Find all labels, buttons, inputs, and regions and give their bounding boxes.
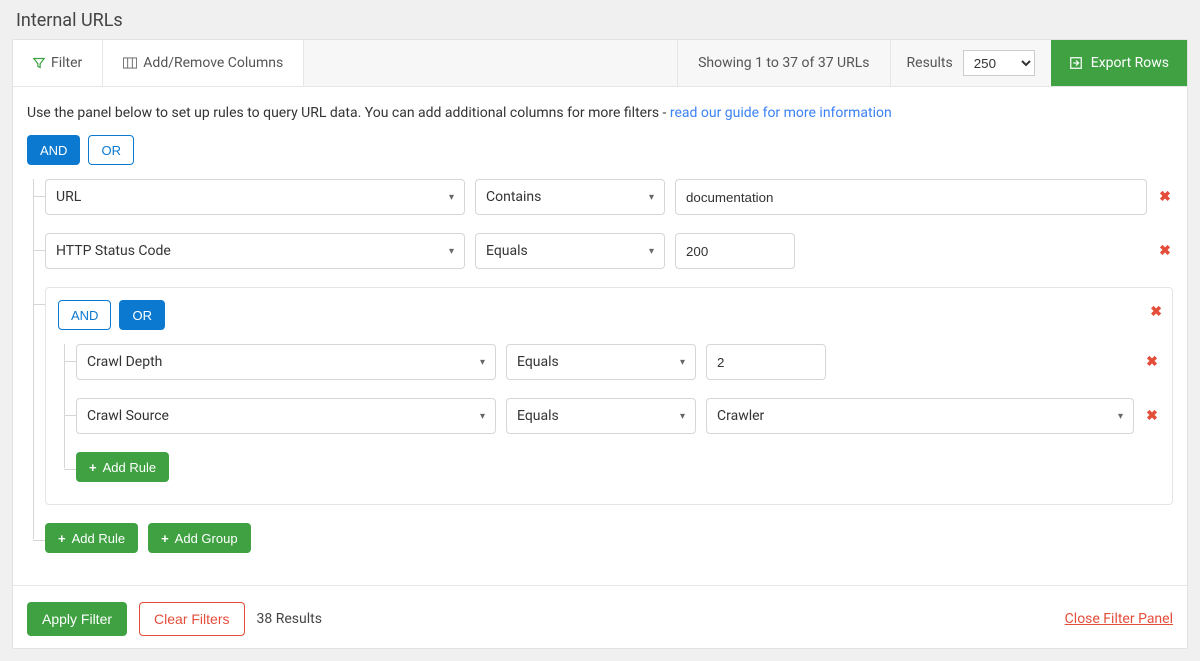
columns-tab-label: Add/Remove Columns	[143, 55, 283, 71]
root-add-row: + Add Rule + Add Group	[45, 523, 1173, 553]
close-filter-panel-link[interactable]: Close Filter Panel	[1065, 611, 1173, 627]
delete-group-button[interactable]: ✖	[1150, 304, 1162, 320]
description: Use the panel below to set up rules to q…	[27, 105, 1173, 121]
root-conjunction: AND OR	[27, 135, 1173, 165]
export-icon	[1069, 56, 1083, 70]
rule-row: HTTP Status Code ▾ Equals ▾ ✖	[45, 233, 1173, 269]
caret-down-icon: ▾	[649, 246, 654, 257]
add-rule-label: Add Rule	[103, 460, 156, 475]
caret-down-icon: ▾	[480, 411, 485, 422]
rule-operator-value: Equals	[486, 243, 528, 259]
delete-rule-button[interactable]: ✖	[1144, 408, 1160, 424]
rule-operator-select[interactable]: Contains ▾	[475, 179, 665, 215]
rule-field-value: Crawl Source	[87, 408, 169, 424]
nested-rules-list: Crawl Depth ▾ Equals ▾ ✖	[76, 344, 1160, 482]
footer-row: Apply Filter Clear Filters 38 Results Cl…	[13, 585, 1187, 648]
nested-and-button[interactable]: AND	[58, 300, 111, 330]
nested-conjunction: AND OR	[58, 300, 1160, 330]
rule-operator-select[interactable]: Equals ▾	[506, 398, 696, 434]
rule-row: Crawl Source ▾ Equals ▾ Crawler ▾	[76, 398, 1160, 434]
page-title: Internal URLs	[0, 0, 1200, 39]
nested-group-wrap: ✖ AND OR Crawl Depth ▾	[45, 287, 1173, 505]
caret-down-icon: ▾	[649, 192, 654, 203]
rule-field-select[interactable]: Crawl Source ▾	[76, 398, 496, 434]
filter-body: Use the panel below to set up rules to q…	[13, 87, 1187, 585]
plus-icon: +	[89, 460, 97, 475]
rule-operator-select[interactable]: Equals ▾	[475, 233, 665, 269]
rule-operator-value: Equals	[517, 408, 559, 424]
rule-operator-select[interactable]: Equals ▾	[506, 344, 696, 380]
root-or-button[interactable]: OR	[88, 135, 134, 165]
rule-value-input[interactable]	[675, 179, 1147, 215]
caret-down-icon: ▾	[449, 246, 454, 257]
caret-down-icon: ▾	[449, 192, 454, 203]
filter-tab-label: Filter	[51, 55, 82, 71]
rule-value-input[interactable]	[706, 344, 826, 380]
toolbar: Filter Add/Remove Columns Showing 1 to 3…	[13, 40, 1187, 87]
rule-value-input[interactable]	[675, 233, 795, 269]
columns-tab[interactable]: Add/Remove Columns	[103, 40, 304, 86]
rule-operator-value: Contains	[486, 189, 541, 205]
caret-down-icon: ▾	[1118, 411, 1123, 422]
rule-field-select[interactable]: URL ▾	[45, 179, 465, 215]
caret-down-icon: ▾	[480, 357, 485, 368]
rule-operator-value: Equals	[517, 354, 559, 370]
filter-panel: Filter Add/Remove Columns Showing 1 to 3…	[12, 39, 1188, 649]
rule-field-value: URL	[56, 189, 81, 205]
root-rules-group: URL ▾ Contains ▾ ✖ HTTP Status Code	[45, 179, 1173, 553]
caret-down-icon: ▾	[680, 357, 685, 368]
results-select[interactable]: 250	[963, 50, 1035, 76]
nested-or-button[interactable]: OR	[119, 300, 165, 330]
results-label: Results	[907, 55, 953, 71]
add-rule-label: Add Rule	[72, 531, 125, 546]
results-control: Results 250	[890, 40, 1051, 86]
rule-field-select[interactable]: Crawl Depth ▾	[76, 344, 496, 380]
add-rule-button[interactable]: + Add Rule	[76, 452, 169, 482]
results-count: 38 Results	[257, 611, 322, 627]
add-group-button[interactable]: + Add Group	[148, 523, 250, 553]
root-and-button[interactable]: AND	[27, 135, 80, 165]
rule-row: URL ▾ Contains ▾ ✖	[45, 179, 1173, 215]
delete-rule-button[interactable]: ✖	[1157, 189, 1173, 205]
rule-value-text: Crawler	[717, 408, 764, 424]
clear-filters-button[interactable]: Clear Filters	[139, 602, 244, 636]
filter-tab[interactable]: Filter	[13, 40, 103, 86]
nested-group: ✖ AND OR Crawl Depth ▾	[45, 287, 1173, 505]
rule-field-value: HTTP Status Code	[56, 243, 171, 259]
funnel-icon	[33, 57, 45, 69]
rule-row: Crawl Depth ▾ Equals ▾ ✖	[76, 344, 1160, 380]
plus-icon: +	[161, 531, 169, 546]
add-group-label: Add Group	[175, 531, 238, 546]
export-button[interactable]: Export Rows	[1051, 40, 1187, 86]
add-rule-button[interactable]: + Add Rule	[45, 523, 138, 553]
plus-icon: +	[58, 531, 66, 546]
delete-rule-button[interactable]: ✖	[1157, 243, 1173, 259]
desc-text: Use the panel below to set up rules to q…	[27, 105, 670, 121]
columns-icon	[123, 57, 137, 69]
delete-rule-button[interactable]: ✖	[1144, 354, 1160, 370]
rule-field-value: Crawl Depth	[87, 354, 162, 370]
desc-link[interactable]: read our guide for more information	[670, 105, 892, 121]
caret-down-icon: ▾	[680, 411, 685, 422]
rule-value-select[interactable]: Crawler ▾	[706, 398, 1134, 434]
showing-text: Showing 1 to 37 of 37 URLs	[677, 40, 889, 86]
rule-field-select[interactable]: HTTP Status Code ▾	[45, 233, 465, 269]
nested-add-row: + Add Rule	[76, 452, 1160, 482]
export-label: Export Rows	[1091, 55, 1169, 71]
apply-filter-button[interactable]: Apply Filter	[27, 602, 127, 636]
toolbar-spacer	[304, 40, 677, 86]
